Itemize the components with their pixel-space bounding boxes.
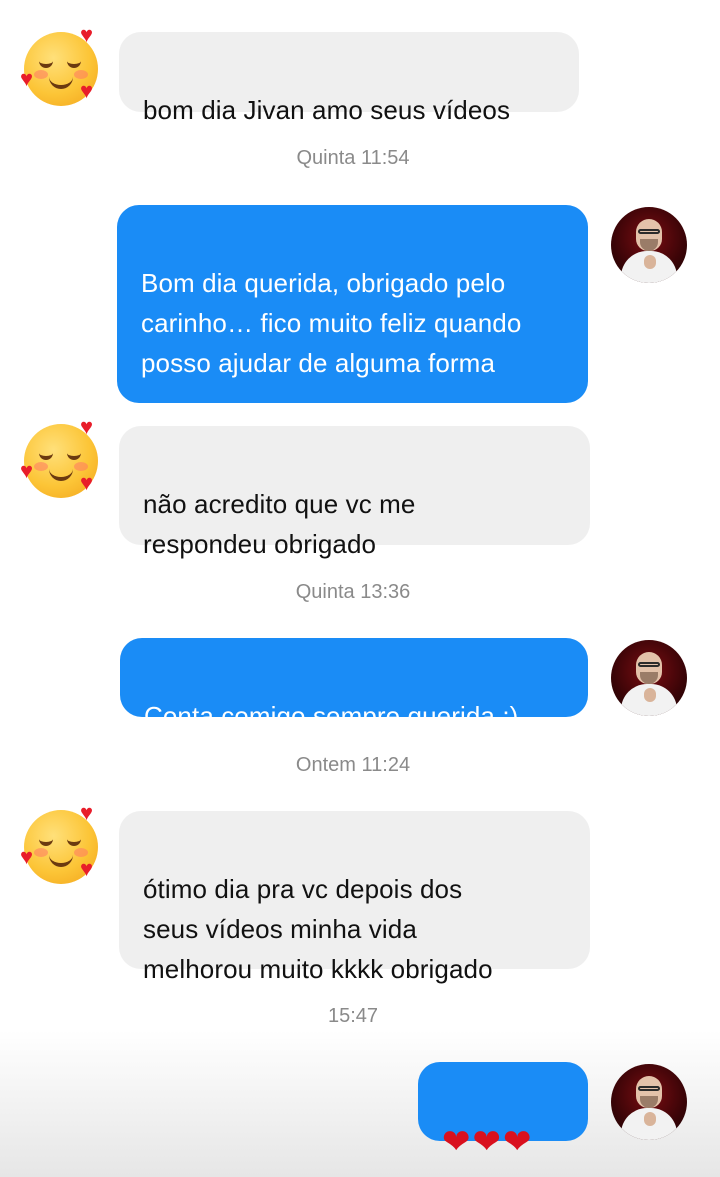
outgoing-message-bubble[interactable]: Conta comigo sempre querida :) <box>120 638 588 731</box>
heart-icon: ♥ <box>20 66 34 91</box>
message-timestamp: 15:47 <box>327 1005 379 1027</box>
heart-icon: ♥ <box>80 22 94 47</box>
contact-avatar[interactable]: ♥ ♥ ♥ <box>20 22 104 110</box>
incoming-message-bubble[interactable]: não acredito que vc me respondeu obrigad… <box>119 426 590 559</box>
heart-icon: ♥ <box>80 414 94 439</box>
user-avatar[interactable] <box>611 640 687 716</box>
heart-icon: ♥ <box>80 470 94 495</box>
contact-avatar[interactable]: ♥ ♥ ♥ <box>20 800 104 888</box>
message-timestamp: Quinta 13:36 <box>295 581 411 603</box>
message-timestamp: Ontem 11:24 <box>295 754 411 776</box>
heart-icon: ♥ <box>80 78 94 103</box>
incoming-message-bubble[interactable]: bom dia Jivan amo seus vídeos <box>119 32 579 125</box>
message-text: Bom dia querida, obrigado pelo carinho… … <box>141 268 522 378</box>
user-avatar[interactable] <box>611 1064 687 1140</box>
incoming-message-bubble[interactable]: ótimo dia pra vc depois dos seus vídeos … <box>119 811 590 984</box>
message-text: não acredito que vc me respondeu obrigad… <box>143 489 416 559</box>
outgoing-message-bubble[interactable]: ❤❤❤ <box>418 1062 588 1162</box>
heart-icon: ♥ <box>80 856 94 881</box>
message-text: Conta comigo sempre querida :) <box>144 701 519 731</box>
outgoing-message-bubble[interactable]: Bom dia querida, obrigado pelo carinho… … <box>117 205 588 403</box>
message-text: bom dia Jivan amo seus vídeos <box>143 95 511 125</box>
heart-icon: ♥ <box>20 458 34 483</box>
message-text: ótimo dia pra vc depois dos seus vídeos … <box>143 874 493 984</box>
red-hearts: ❤❤❤ <box>442 1122 534 1162</box>
message-timestamp: Quinta 11:54 <box>296 147 410 169</box>
chat-screen: ♥ ♥ ♥ bom dia Jivan amo seus vídeos Quin… <box>0 0 720 1177</box>
heart-icon: ♥ <box>20 844 34 869</box>
user-avatar[interactable] <box>611 207 687 283</box>
heart-icon: ♥ <box>80 800 94 825</box>
contact-avatar[interactable]: ♥ ♥ ♥ <box>20 414 104 502</box>
